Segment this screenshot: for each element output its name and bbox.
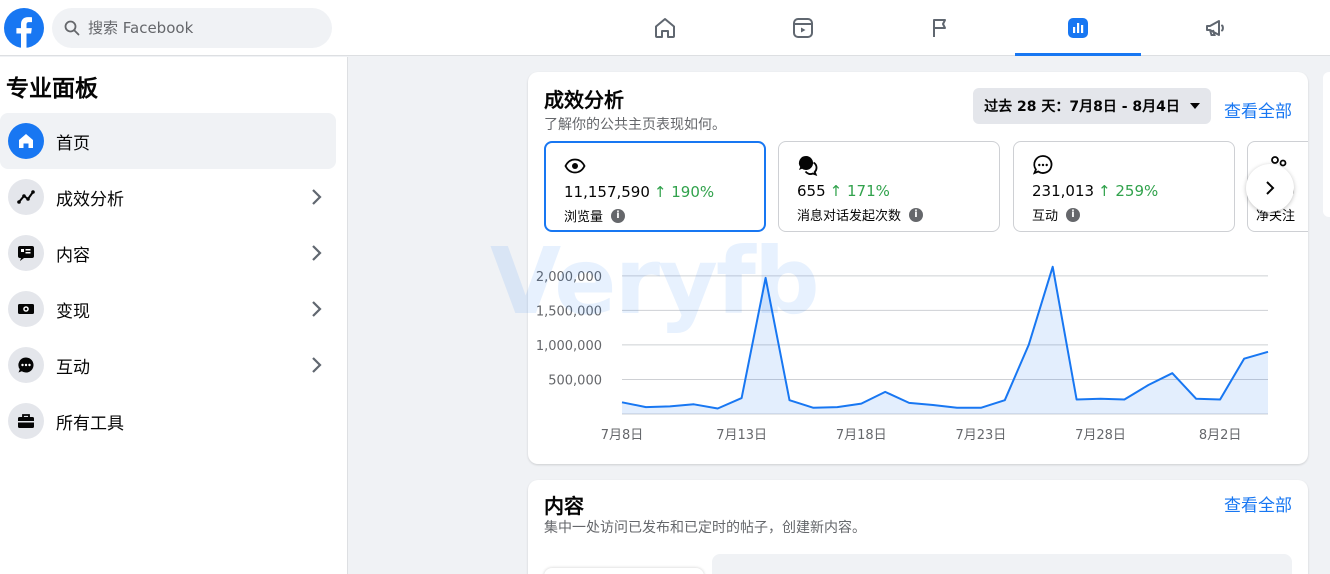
home-icon — [19, 134, 33, 148]
info-icon[interactable]: i — [909, 207, 924, 222]
y-tick-label: 1,500,000 — [536, 304, 602, 319]
nav-insights-tab[interactable] — [1015, 0, 1141, 56]
nav-ads-tab[interactable] — [1153, 0, 1279, 56]
metric-label: 互动 — [1032, 209, 1059, 224]
toolbox-icon — [18, 414, 34, 428]
sidebar-title: 专业面板 — [6, 76, 98, 102]
metric-label: 浏览量 — [564, 210, 604, 225]
content-preview-panel[interactable] — [712, 554, 1292, 574]
x-tick-label: 7月23日 — [955, 428, 1006, 443]
chevron-right-icon — [312, 301, 322, 317]
content-icon — [18, 246, 34, 261]
messages-icon — [798, 155, 818, 176]
series-area — [622, 266, 1268, 414]
metric-value: 11,157,590 — [564, 183, 650, 201]
x-tick-label: 7月18日 — [836, 428, 887, 443]
x-tick-label: 7月13日 — [716, 428, 767, 443]
sidebar-item-monetization[interactable]: 变现 — [0, 281, 336, 337]
metric-change: ↑ 259% — [1098, 182, 1159, 200]
sidebar-item-label: 成效分析 — [56, 189, 124, 210]
metrics-next-button[interactable] — [1246, 164, 1294, 212]
bar-chart-icon — [1068, 18, 1088, 38]
metric-label: 消息对话发起次数 — [797, 209, 902, 224]
info-icon[interactable]: i — [1066, 207, 1081, 222]
search-box[interactable] — [52, 8, 332, 48]
money-icon — [18, 304, 34, 314]
comment-icon — [1032, 155, 1053, 175]
insights-card: 成效分析 了解你的公共主页表现如何。 过去 28 天：7月8日 - 8月4日 查… — [528, 72, 1308, 464]
chat-icon — [18, 357, 34, 373]
metric-value: 655 — [797, 182, 826, 200]
content-preview-tile[interactable] — [544, 568, 704, 574]
facebook-logo-icon[interactable] — [4, 8, 44, 48]
content-title: 内容 — [544, 494, 584, 518]
nav-video-tab[interactable] — [740, 0, 866, 56]
sidebar-item-label: 所有工具 — [56, 413, 124, 434]
metric-card-views[interactable]: 11,157,590 ↑ 190% 浏览量 i — [544, 141, 766, 232]
chevron-right-icon — [312, 357, 322, 373]
trend-icon — [17, 190, 35, 204]
date-range-label: 过去 28 天：7月8日 - 8月4日 — [984, 99, 1180, 115]
search-icon — [64, 20, 80, 36]
sidebar-item-insights[interactable]: 成效分析 — [0, 169, 336, 225]
date-range-dropdown[interactable]: 过去 28 天：7月8日 - 8月4日 — [973, 88, 1211, 124]
content-card: 内容 集中一处访问已发布和已定时的帖子，创建新内容。 查看全部 — [528, 480, 1308, 574]
chevron-right-icon — [312, 189, 322, 205]
eye-icon — [564, 158, 586, 174]
sidebar-item-label: 首页 — [56, 133, 90, 154]
y-tick-label: 1,000,000 — [536, 339, 602, 354]
sidebar-item-label: 变现 — [56, 301, 90, 322]
metric-change: ↑ 190% — [653, 183, 715, 201]
sidebar: 专业面板 首页 成效分析 内容 变现 互动 所有工具 — [0, 57, 348, 574]
megaphone-icon — [1206, 20, 1224, 36]
sidebar-item-all-tools[interactable]: 所有工具 — [0, 393, 336, 449]
top-bar — [0, 0, 1330, 56]
sidebar-item-engagement[interactable]: 互动 — [0, 337, 336, 393]
x-tick-label: 7月28日 — [1075, 428, 1126, 443]
sidebar-item-content[interactable]: 内容 — [0, 225, 336, 281]
home-icon — [655, 18, 675, 38]
content-see-all-link[interactable]: 查看全部 — [1224, 491, 1292, 516]
metric-change: ↑ 171% — [829, 182, 890, 200]
content-subtitle: 集中一处访问已发布和已定时的帖子，创建新内容。 — [544, 520, 866, 536]
insights-subtitle: 了解你的公共主页表现如何。 — [544, 117, 726, 133]
nav-home-tab[interactable] — [602, 0, 728, 56]
metric-card-messages[interactable]: 655 ↑ 171% 消息对话发起次数 i — [778, 141, 1000, 232]
insights-title: 成效分析 — [544, 88, 624, 112]
y-tick-label: 2,000,000 — [536, 270, 602, 285]
flag-icon — [933, 19, 946, 37]
x-tick-label: 8月2日 — [1199, 428, 1242, 443]
video-icon — [793, 18, 813, 38]
y-tick-label: 500,000 — [548, 373, 602, 388]
caret-down-icon — [1189, 103, 1200, 109]
chevron-right-icon — [1266, 181, 1275, 195]
metric-card-engagement[interactable]: 231,013 ↑ 259% 互动 i — [1013, 141, 1235, 232]
sidebar-item-home[interactable]: 首页 — [0, 113, 336, 169]
nav-pages-tab[interactable] — [878, 0, 1004, 56]
views-chart: 500,000 1,000,000 1,500,000 2,000,000 7月8日 7月… — [536, 265, 1269, 443]
info-icon[interactable]: i — [611, 208, 626, 223]
adjacent-card-edge — [1323, 72, 1330, 217]
insights-see-all-link[interactable]: 查看全部 — [1224, 97, 1292, 122]
sidebar-item-label: 内容 — [56, 245, 90, 266]
chevron-right-icon — [312, 245, 322, 261]
sidebar-item-label: 互动 — [56, 357, 90, 378]
search-input[interactable] — [88, 19, 308, 37]
metric-value: 231,013 — [1032, 182, 1095, 200]
x-tick-label: 7月8日 — [601, 428, 644, 443]
